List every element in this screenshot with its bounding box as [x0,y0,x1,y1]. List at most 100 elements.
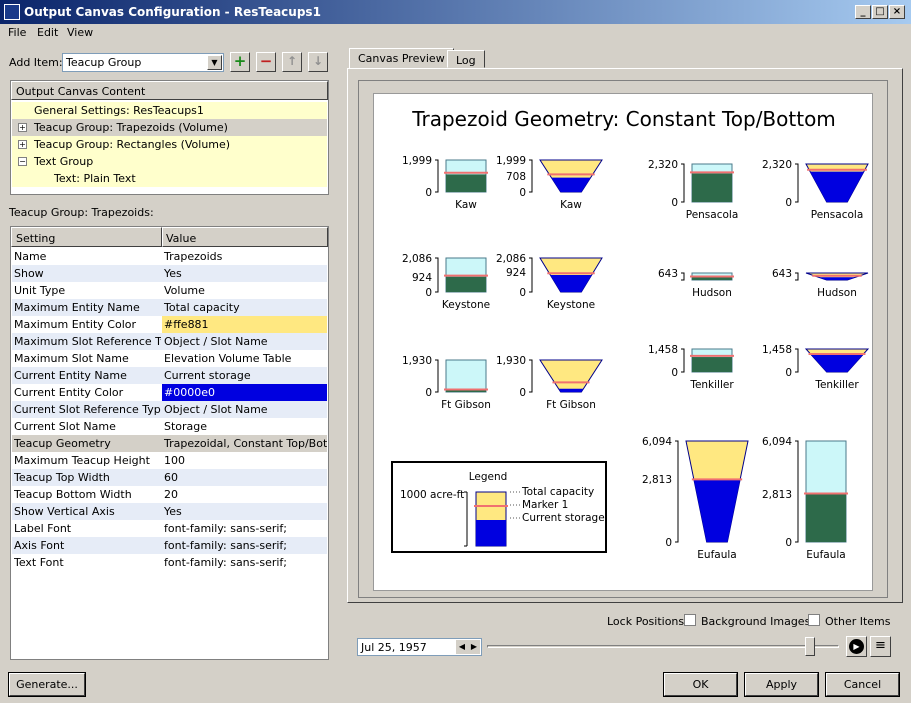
property-value[interactable]: Yes [162,503,327,520]
content-tree-header: Output Canvas Content [11,81,328,100]
property-value[interactable]: Storage [162,418,327,435]
teacup-max-label: 643 [772,268,792,280]
property-row[interactable]: Show Yes [12,265,327,282]
property-row[interactable]: Name Trapezoids [12,248,327,265]
property-row[interactable]: Maximum Teacup Height 100 [12,452,327,469]
date-prev-icon[interactable]: ◀ [456,640,468,654]
menu-file[interactable]: File [8,26,26,39]
generate-button[interactable]: Generate... [8,672,86,697]
property-row[interactable]: Current Slot Reference Type Object / Slot… [12,401,327,418]
date-spinner[interactable]: Jul 25, 1957 ◀ ▶ [357,638,482,656]
tree-item-general[interactable]: General Settings: ResTeacups1 [12,102,327,119]
teacup: 1,999 0 708 Kaw [496,155,603,211]
apply-button[interactable]: Apply [744,672,819,697]
tree-item-label: General Settings: ResTeacups1 [34,104,204,117]
ok-button[interactable]: OK [663,672,738,697]
date-value: Jul 25, 1957 [361,641,427,654]
teacup-max-label: 1,930 [402,355,432,367]
expand-icon[interactable]: + [18,140,27,149]
date-next-icon[interactable]: ▶ [468,640,480,654]
property-row[interactable]: Axis Font font-family: sans-serif; [12,537,327,554]
chevron-down-icon[interactable]: ▼ [207,55,222,70]
tree-item-rectangles[interactable]: + Teacup Group: Rectangles (Volume) [12,136,327,153]
teacup-axis [435,159,439,193]
property-value[interactable]: font-family: sans-serif; [162,520,327,537]
teacup-axis [675,440,679,543]
time-slider-track[interactable] [487,645,839,648]
teacup-axis [795,163,799,203]
property-row[interactable]: Current Entity Name Current storage [12,367,327,384]
close-icon[interactable]: × [889,5,905,19]
canvas-preview[interactable]: Trapezoid Geometry: Constant Top/Bottom … [373,93,873,591]
settings-list-button[interactable]: ≡ [870,636,891,657]
property-value[interactable]: 100 [162,452,327,469]
col-setting-header[interactable]: Setting [11,227,162,247]
property-row[interactable]: Unit Type Volume [12,282,327,299]
expand-icon[interactable]: + [18,123,27,132]
property-row[interactable]: Label Font font-family: sans-serif; [12,520,327,537]
property-value[interactable]: font-family: sans-serif; [162,554,327,571]
time-slider-handle[interactable] [805,637,815,656]
tab-log[interactable]: Log [447,50,485,68]
tree-item-text-group[interactable]: − Text Group [12,153,327,170]
maximize-icon[interactable]: □ [872,5,888,19]
property-row[interactable]: Maximum Slot Name Elevation Volume Table [12,350,327,367]
teacup-capacity [445,359,487,393]
tree-item-plain-text[interactable]: Text: Plain Text [12,170,327,187]
property-value[interactable]: #ffe881 [162,316,327,333]
teacup-storage [551,177,591,192]
remove-icon[interactable]: − [256,52,276,72]
property-row[interactable]: Teacup Top Width 60 [12,469,327,486]
teacup-storage [550,275,592,292]
property-value[interactable]: Trapezoidal, Constant Top/Bot [162,435,327,452]
property-row[interactable]: Maximum Slot Reference TypeObject / Slot… [12,333,327,350]
add-item-select[interactable]: Teacup Group ▼ [62,53,224,72]
property-value[interactable]: Trapezoids [162,248,327,265]
lock-positions-label: Lock Positions: [607,615,688,628]
other-items-checkbox[interactable] [808,614,820,626]
property-value[interactable]: 20 [162,486,327,503]
property-row[interactable]: Teacup Bottom Width 20 [12,486,327,503]
property-row[interactable]: Show Vertical Axis Yes [12,503,327,520]
teacup-axis [529,359,533,393]
content-tree: Output Canvas Content General Settings: … [10,80,329,195]
property-value[interactable]: Total capacity [162,299,327,316]
property-row[interactable]: Teacup Geometry Trapezoidal, Constant Top… [12,435,327,452]
minimize-icon[interactable]: _ [855,5,871,19]
col-setting-label: Setting [16,232,56,245]
property-value[interactable]: Object / Slot Name [162,401,327,418]
move-down-icon[interactable]: ↓ [308,52,328,72]
col-value-header[interactable]: Value [162,227,328,247]
teacup-zero-label: 0 [785,197,792,209]
property-value[interactable]: 60 [162,469,327,486]
background-images-checkbox[interactable] [684,614,696,626]
tree-item-label: Text: Plain Text [54,172,136,185]
tree-item-trapezoids[interactable]: + Teacup Group: Trapezoids (Volume) [12,119,327,136]
property-row[interactable]: Text Font font-family: sans-serif; [12,554,327,571]
property-row[interactable]: Maximum Entity Color #ffe881 [12,316,327,333]
property-row[interactable]: Current Entity Color #0000e0 [12,384,327,401]
tab-canvas-preview[interactable]: Canvas Preview [349,48,454,69]
property-value[interactable]: Elevation Volume Table [162,350,327,367]
teacup-storage [692,277,732,280]
menu-view[interactable]: View [67,26,93,39]
cancel-button[interactable]: Cancel [825,672,900,697]
property-value[interactable]: font-family: sans-serif; [162,537,327,554]
property-value[interactable]: Volume [162,282,327,299]
play-button[interactable]: ▶ [846,636,867,657]
add-icon[interactable]: + [230,52,250,72]
teacup: 2,086 0 924 Keystone [402,253,490,311]
property-value[interactable]: Yes [162,265,327,282]
property-value[interactable]: Current storage [162,367,327,384]
teacup-name: Keystone [547,299,595,311]
property-value[interactable]: Object / Slot Name [162,333,327,350]
teacup-capacity [539,359,603,393]
move-up-icon[interactable]: ↑ [282,52,302,72]
menu-edit[interactable]: Edit [37,26,58,39]
collapse-icon[interactable]: − [18,157,27,166]
property-row[interactable]: Current Slot Name Storage [12,418,327,435]
tab-label: Canvas Preview [358,52,445,65]
app-icon [4,4,20,20]
property-row[interactable]: Maximum Entity Name Total capacity [12,299,327,316]
property-value[interactable]: #0000e0 [162,384,327,401]
